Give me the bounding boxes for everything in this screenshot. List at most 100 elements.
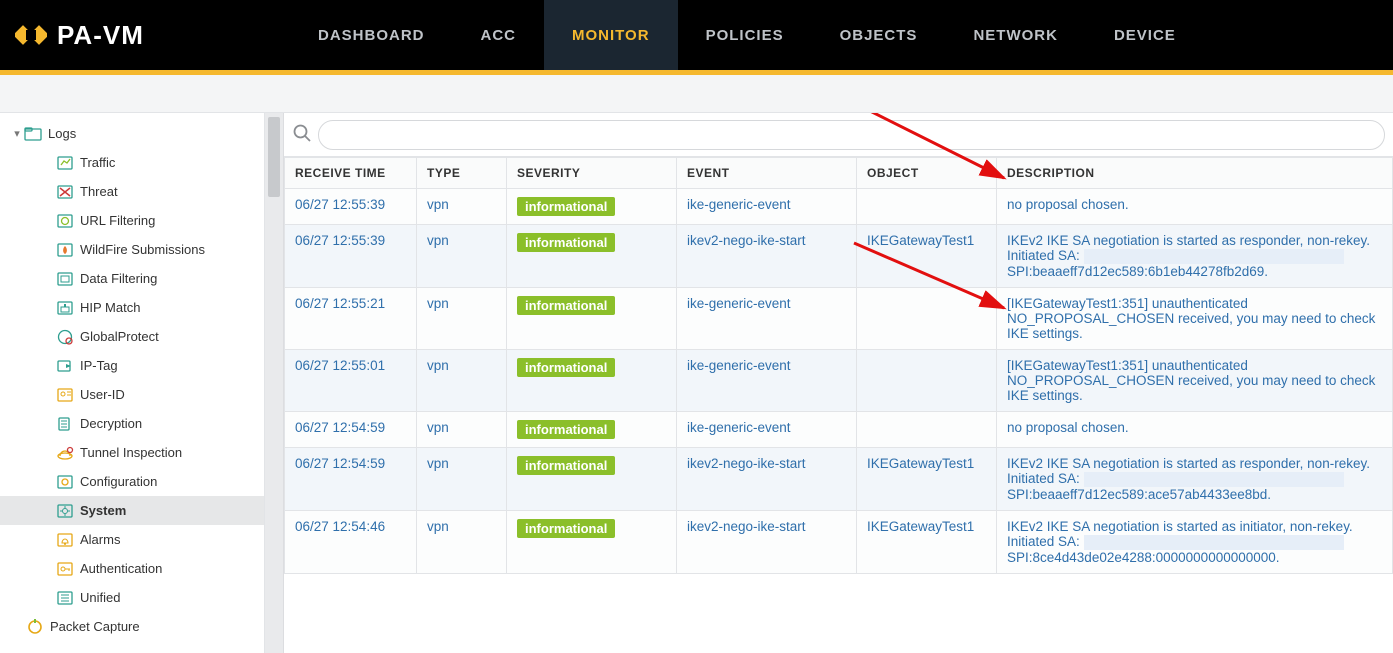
sidebar-scrollbar[interactable] [265,113,284,653]
threat-icon [56,183,74,201]
sidebar-item-system[interactable]: System [0,496,264,525]
traffic-icon [56,154,74,172]
sidebar-item-label: Decryption [80,416,142,431]
content-area: RECEIVE TIMETYPESEVERITYEVENTOBJECTDESCR… [284,113,1393,653]
cell-type: vpn [417,225,507,288]
cell-type: vpn [417,349,507,411]
sidebar-item-label: Authentication [80,561,162,576]
column-header[interactable]: DESCRIPTION [997,158,1393,189]
sidebar-item-alarms[interactable]: Alarms [0,525,264,554]
hip-icon [56,299,74,317]
sidebar-item-data-filtering[interactable]: Data Filtering [0,264,264,293]
nav-network[interactable]: NETWORK [945,0,1086,70]
sidebar-item-authentication[interactable]: Authentication [0,554,264,583]
chevron-down-icon: ▾ [10,127,24,140]
cell-description: [IKEGatewayTest1:351] unauthenticated NO… [997,287,1393,349]
cell-severity: informational [507,447,677,510]
sidebar-item-ip-tag[interactable]: IP-Tag [0,351,264,380]
search-input[interactable] [318,120,1385,150]
table-row[interactable]: 06/27 12:55:21vpninformationalike-generi… [285,287,1393,349]
column-header[interactable]: OBJECT [857,158,997,189]
search-bar [284,113,1393,157]
column-header[interactable]: TYPE [417,158,507,189]
sidebar-item-globalprotect[interactable]: GlobalProtect [0,322,264,351]
table-row[interactable]: 06/27 12:54:46vpninformationalikev2-nego… [285,510,1393,573]
sidebar-item-label: Threat [80,184,118,199]
system-icon [56,502,74,520]
severity-badge: informational [517,519,615,538]
cell-type: vpn [417,510,507,573]
sidebar-item-hip-match[interactable]: HIP Match [0,293,264,322]
sidebar-group-logs[interactable]: ▾ Logs [0,119,264,148]
cell-event: ike-generic-event [677,287,857,349]
severity-badge: informational [517,456,615,475]
sidebar-item-url-filtering[interactable]: URL Filtering [0,206,264,235]
top-nav-bar: PA-VM DASHBOARDACCMONITORPOLICIESOBJECTS… [0,0,1393,75]
sidebar-item-tunnel-inspection[interactable]: Tunnel Inspection [0,438,264,467]
alarm-icon [56,531,74,549]
cell-severity: informational [507,411,677,447]
sidebar-item-wildfire-submissions[interactable]: WildFire Submissions [0,235,264,264]
redacted-block [1084,249,1344,264]
redacted-block [1084,472,1344,487]
sidebar-item-label: Tunnel Inspection [80,445,182,460]
unified-icon [56,589,74,607]
cell-severity: informational [507,225,677,288]
logs-folder-icon [24,125,42,143]
cell-object: IKEGatewayTest1 [857,447,997,510]
nav-acc[interactable]: ACC [453,0,545,70]
sidebar-item-user-id[interactable]: User-ID [0,380,264,409]
cell-object: IKEGatewayTest1 [857,225,997,288]
cell-receive-time: 06/27 12:55:01 [285,349,417,411]
cell-severity: informational [507,287,677,349]
sidebar-item-label: Traffic [80,155,115,170]
cell-severity: informational [507,510,677,573]
cell-description: IKEv2 IKE SA negotiation is started as i… [997,510,1393,573]
nav-policies[interactable]: POLICIES [678,0,812,70]
severity-badge: informational [517,358,615,377]
table-row[interactable]: 06/27 12:54:59vpninformationalike-generi… [285,411,1393,447]
config-icon [56,473,74,491]
sidebar-item-label: URL Filtering [80,213,155,228]
cell-type: vpn [417,447,507,510]
sidebar-item-label: User-ID [80,387,125,402]
sidebar-item-unified[interactable]: Unified [0,583,264,612]
column-header[interactable]: RECEIVE TIME [285,158,417,189]
cell-event: ike-generic-event [677,411,857,447]
nav-dashboard[interactable]: DASHBOARD [290,0,453,70]
nav-device[interactable]: DEVICE [1086,0,1204,70]
cell-receive-time: 06/27 12:54:59 [285,411,417,447]
cell-severity: informational [507,349,677,411]
sidebar-item-label: WildFire Submissions [80,242,205,257]
table-row[interactable]: 06/27 12:55:01vpninformationalike-generi… [285,349,1393,411]
table-row[interactable]: 06/27 12:55:39vpninformationalike-generi… [285,189,1393,225]
column-header[interactable]: SEVERITY [507,158,677,189]
sidebar-item-label: IP-Tag [80,358,118,373]
cell-receive-time: 06/27 12:54:59 [285,447,417,510]
auth-icon [56,560,74,578]
sidebar-item-configuration[interactable]: Configuration [0,467,264,496]
sidebar-item-traffic[interactable]: Traffic [0,148,264,177]
table-row[interactable]: 06/27 12:55:39vpninformationalikev2-nego… [285,225,1393,288]
sidebar-item-packet-capture[interactable]: Packet Capture [0,612,264,641]
sidebar-item-label: System [80,503,126,518]
sidebar-item-label: Data Filtering [80,271,157,286]
brand-block: PA-VM [0,19,290,51]
cell-object [857,189,997,225]
nav-objects[interactable]: OBJECTS [812,0,946,70]
cell-event: ike-generic-event [677,189,857,225]
scrollbar-thumb[interactable] [268,117,280,197]
nav-monitor[interactable]: MONITOR [544,0,678,70]
sidebar-item-decryption[interactable]: Decryption [0,409,264,438]
breadcrumb-band [0,75,1393,113]
severity-badge: informational [517,420,615,439]
cell-type: vpn [417,287,507,349]
cell-description: [IKEGatewayTest1:351] unauthenticated NO… [997,349,1393,411]
column-header[interactable]: EVENT [677,158,857,189]
search-icon [292,123,312,146]
cell-event: ikev2-nego-ike-start [677,447,857,510]
packet-capture-icon [26,618,44,636]
sidebar-item-threat[interactable]: Threat [0,177,264,206]
cell-receive-time: 06/27 12:55:39 [285,225,417,288]
table-row[interactable]: 06/27 12:54:59vpn informational ikev2-nego… [285,447,1393,510]
